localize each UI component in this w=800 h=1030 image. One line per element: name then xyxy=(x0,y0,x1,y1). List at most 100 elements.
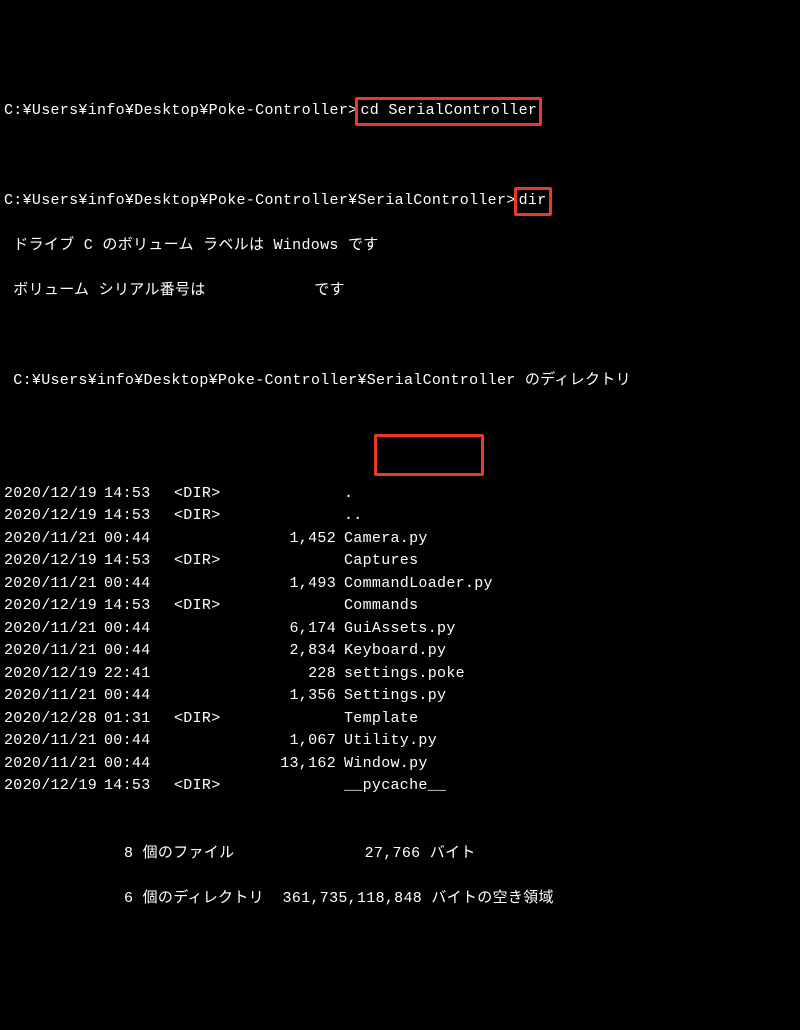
row-time: 00:44 xyxy=(104,573,174,596)
dir-row: 2020/12/1914:53<DIR> Commands xyxy=(4,595,796,618)
dir-row: 2020/11/2100:44 2,834Keyboard.py xyxy=(4,640,796,663)
row-attr xyxy=(174,640,244,663)
row-size: 13,162 xyxy=(244,753,344,776)
redacted-serial xyxy=(215,284,305,299)
row-name: Template xyxy=(344,708,796,731)
row-time: 14:53 xyxy=(104,550,174,573)
dir-row: 2020/11/2100:44 1,067Utility.py xyxy=(4,730,796,753)
row-name: Window.py xyxy=(344,753,796,776)
row-date: 2020/12/28 xyxy=(4,708,104,731)
highlight-window-py xyxy=(374,434,484,476)
row-date: 2020/11/21 xyxy=(4,528,104,551)
row-size xyxy=(244,550,344,573)
row-date: 2020/11/21 xyxy=(4,573,104,596)
row-time: 00:44 xyxy=(104,753,174,776)
dir-row: 2020/12/1914:53<DIR>.. xyxy=(4,505,796,528)
dir-row: 2020/11/2100:44 6,174GuiAssets.py xyxy=(4,618,796,641)
row-attr xyxy=(174,573,244,596)
row-name: .. xyxy=(344,505,796,528)
row-attr xyxy=(174,753,244,776)
cmd-cd[interactable]: cd SerialController xyxy=(360,102,537,119)
row-attr: <DIR> xyxy=(174,708,244,731)
row-size: 1,493 xyxy=(244,573,344,596)
row-date: 2020/11/21 xyxy=(4,618,104,641)
volume-serial-line: ボリューム シリアル番号は です xyxy=(4,280,796,303)
row-size xyxy=(244,775,344,798)
row-size: 228 xyxy=(244,663,344,686)
row-attr: <DIR> xyxy=(174,775,244,798)
dir-row: 2020/12/2801:31<DIR> Template xyxy=(4,708,796,731)
row-time: 00:44 xyxy=(104,730,174,753)
row-name: CommandLoader.py xyxy=(344,573,796,596)
row-time: 14:53 xyxy=(104,483,174,506)
row-attr: <DIR> xyxy=(174,505,244,528)
row-date: 2020/11/21 xyxy=(4,640,104,663)
row-date: 2020/12/19 xyxy=(4,505,104,528)
row-size: 1,067 xyxy=(244,730,344,753)
row-attr xyxy=(174,685,244,708)
row-time: 00:44 xyxy=(104,618,174,641)
row-attr: <DIR> xyxy=(174,483,244,506)
row-name: settings.poke xyxy=(344,663,796,686)
row-size: 2,834 xyxy=(244,640,344,663)
row-size: 1,452 xyxy=(244,528,344,551)
row-attr xyxy=(174,528,244,551)
row-attr xyxy=(174,730,244,753)
directory-of-line: C:¥Users¥info¥Desktop¥Poke-Controller¥Se… xyxy=(4,370,796,393)
summary-files: 8 個のファイル 27,766 バイト xyxy=(4,843,796,866)
dir-row: 2020/12/1914:53<DIR> __pycache__ xyxy=(4,775,796,798)
row-name: __pycache__ xyxy=(344,775,796,798)
dir-row: 2020/11/2100:44 1,356Settings.py xyxy=(4,685,796,708)
row-size xyxy=(244,483,344,506)
blank-line xyxy=(4,325,796,348)
dir-row: 2020/11/2100:44 1,493CommandLoader.py xyxy=(4,573,796,596)
highlight-cmd-dir: dir xyxy=(514,187,552,216)
row-size xyxy=(244,595,344,618)
prompt-line-1: C:¥Users¥info¥Desktop¥Poke-Controller>cd… xyxy=(4,100,796,123)
row-time: 00:44 xyxy=(104,640,174,663)
row-name: Utility.py xyxy=(344,730,796,753)
row-size: 1,356 xyxy=(244,685,344,708)
row-date: 2020/11/21 xyxy=(4,753,104,776)
row-attr xyxy=(174,618,244,641)
row-date: 2020/12/19 xyxy=(4,483,104,506)
row-size xyxy=(244,505,344,528)
row-time: 14:53 xyxy=(104,595,174,618)
row-name: Settings.py xyxy=(344,685,796,708)
dir-row: 2020/12/1922:41228settings.poke xyxy=(4,663,796,686)
row-size xyxy=(244,708,344,731)
prompt-path-1: C:¥Users¥info¥Desktop¥Poke-Controller xyxy=(4,102,348,119)
prompt-line-2: C:¥Users¥info¥Desktop¥Poke-Controller¥Se… xyxy=(4,190,796,213)
row-date: 2020/12/19 xyxy=(4,595,104,618)
dir-row: 2020/12/1914:53<DIR>. xyxy=(4,483,796,506)
blank-line xyxy=(4,145,796,168)
row-attr xyxy=(174,663,244,686)
row-name: Keyboard.py xyxy=(344,640,796,663)
row-name: GuiAssets.py xyxy=(344,618,796,641)
row-name: Commands xyxy=(344,595,796,618)
row-name: . xyxy=(344,483,796,506)
row-date: 2020/12/19 xyxy=(4,775,104,798)
row-time: 01:31 xyxy=(104,708,174,731)
dir-listing: 2020/12/1914:53<DIR>.2020/12/1914:53<DIR… xyxy=(4,483,796,798)
row-attr: <DIR> xyxy=(174,595,244,618)
row-date: 2020/12/19 xyxy=(4,550,104,573)
row-date: 2020/11/21 xyxy=(4,685,104,708)
row-size: 6,174 xyxy=(244,618,344,641)
dir-row: 2020/11/2100:44 13,162Window.py xyxy=(4,753,796,776)
row-time: 14:53 xyxy=(104,775,174,798)
dir-row: 2020/11/2100:44 1,452Camera.py xyxy=(4,528,796,551)
row-time: 00:44 xyxy=(104,685,174,708)
row-name: Camera.py xyxy=(344,528,796,551)
row-name: Captures xyxy=(344,550,796,573)
prompt-path-2: C:¥Users¥info¥Desktop¥Poke-Controller¥Se… xyxy=(4,192,506,209)
volume-label-line: ドライブ C のボリューム ラベルは Windows です xyxy=(4,235,796,258)
row-time: 22:41 xyxy=(104,663,174,686)
row-time: 00:44 xyxy=(104,528,174,551)
summary-dirs: 6 個のディレクトリ 361,735,118,848 バイトの空き領域 xyxy=(4,888,796,911)
dir-row: 2020/12/1914:53<DIR>Captures xyxy=(4,550,796,573)
row-time: 14:53 xyxy=(104,505,174,528)
cmd-dir[interactable]: dir xyxy=(519,192,547,209)
row-date: 2020/11/21 xyxy=(4,730,104,753)
highlight-cmd-cd: cd SerialController xyxy=(355,97,542,126)
